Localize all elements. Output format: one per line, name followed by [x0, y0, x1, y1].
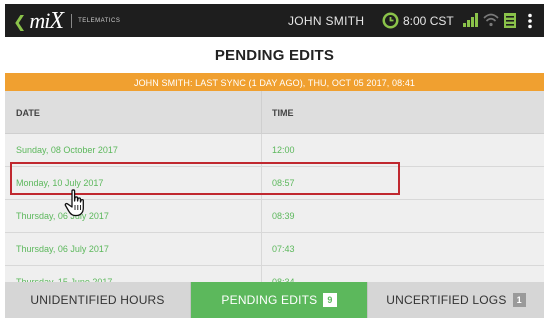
logo-divider [71, 14, 73, 28]
user-name: JOHN SMITH [288, 14, 365, 28]
count-badge: 1 [512, 293, 526, 307]
count-badge: 9 [323, 293, 337, 307]
column-divider [261, 91, 262, 133]
column-divider [261, 200, 262, 232]
clock-icon[interactable] [381, 11, 400, 30]
document-icon[interactable] [503, 12, 517, 29]
logo-wordmark: miX [29, 7, 64, 34]
sync-status-text: JOHN SMITH: LAST SYNC (1 DAY AGO), THU, … [133, 78, 416, 88]
row-time: 08:39 [272, 211, 295, 221]
logo-subtitle: TELEMATICS [78, 18, 121, 24]
signal-icon [463, 13, 478, 27]
title-bar: PENDING EDITS [5, 37, 544, 73]
column-header-time: TIME [272, 108, 294, 118]
tab-unidentified-hours[interactable]: UNIDENTIFIED HOURS [5, 282, 191, 318]
wifi-icon [483, 13, 499, 27]
mix-logo[interactable]: ❮ miX TELEMATICS [13, 8, 120, 34]
tab-label: UNIDENTIFIED HOURS [30, 293, 165, 307]
top-bar: ❮ miX TELEMATICS JOHN SMITH 8:00 CST [5, 4, 544, 37]
row-time: 07:43 [272, 244, 295, 254]
menu-icon[interactable] [527, 13, 533, 29]
bottom-tabs: UNIDENTIFIED HOURS PENDING EDITS 9 UNCER… [5, 282, 544, 318]
table-row[interactable]: Thursday, 06 July 2017 07:43 [5, 233, 544, 266]
column-header-date: DATE [16, 108, 40, 118]
clock-time: 8:00 CST [403, 14, 454, 28]
sync-banner: JOHN SMITH: LAST SYNC (1 DAY AGO), THU, … [5, 73, 544, 91]
page-title: PENDING EDITS [214, 47, 335, 64]
hand-pointer-icon [64, 189, 84, 217]
chevron-left-icon[interactable]: ❮ [13, 12, 26, 31]
table-header: DATE TIME [5, 91, 544, 134]
column-divider [261, 233, 262, 265]
row-time: 12:00 [272, 145, 295, 155]
tab-pending-edits[interactable]: PENDING EDITS 9 [191, 282, 367, 318]
row-date: Sunday, 08 October 2017 [16, 145, 118, 155]
app-frame: ❮ miX TELEMATICS JOHN SMITH 8:00 CST PEN… [5, 4, 544, 318]
row-date: Thursday, 06 July 2017 [16, 244, 109, 254]
tab-label: PENDING EDITS [221, 293, 318, 307]
tab-label: UNCERTIFIED LOGS [386, 293, 507, 307]
tab-uncertified-logs[interactable]: UNCERTIFIED LOGS 1 [367, 282, 544, 318]
